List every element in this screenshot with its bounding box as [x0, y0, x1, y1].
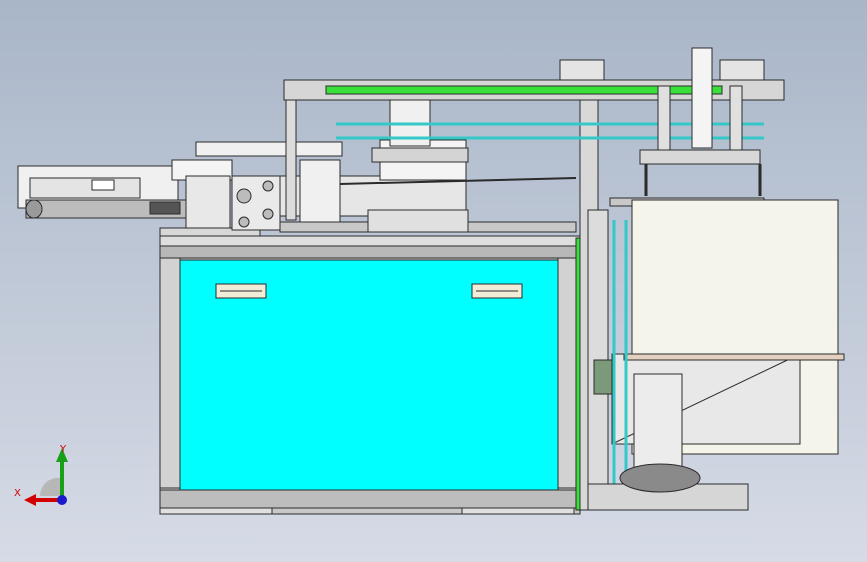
cyan-door-panel[interactable]	[179, 259, 559, 491]
motor-block[interactable]	[231, 175, 281, 231]
triad-x-label: X	[14, 488, 21, 499]
triad-y-label: Y	[59, 444, 67, 455]
right-cabinet	[611, 199, 845, 471]
table-edge-strip	[575, 237, 581, 511]
cad-viewport[interactable]: Y X	[0, 0, 867, 562]
